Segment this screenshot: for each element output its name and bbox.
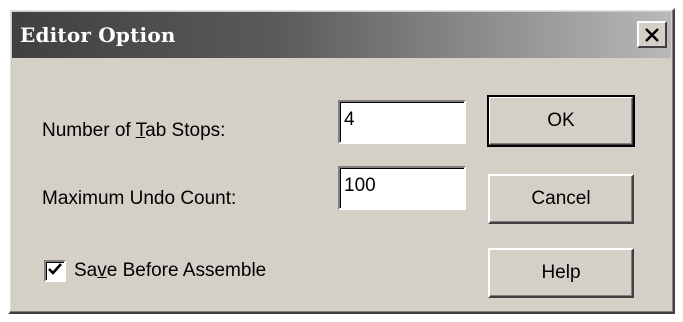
close-button[interactable] bbox=[637, 21, 667, 48]
cancel-button[interactable]: Cancel bbox=[488, 174, 634, 224]
dialog-title: Editor Option bbox=[20, 23, 176, 47]
tab-stops-label: Number of Tab Stops: bbox=[42, 120, 225, 142]
help-button[interactable]: Help bbox=[488, 248, 634, 298]
tab-stops-label-part: Number of bbox=[42, 120, 136, 141]
editor-option-dialog: Editor Option Number of Tab Stops: 4 Max… bbox=[8, 8, 675, 314]
save-before-assemble-checkbox[interactable] bbox=[44, 260, 66, 282]
tab-stops-label-rest: ab Stops: bbox=[145, 120, 226, 141]
undo-count-label: Maximum Undo Count: bbox=[42, 188, 237, 209]
check-icon bbox=[48, 262, 62, 280]
undo-count-input[interactable]: 100 bbox=[338, 166, 466, 210]
tab-stops-input[interactable]: 4 bbox=[338, 100, 466, 144]
ok-button[interactable]: OK bbox=[487, 95, 635, 147]
tab-stops-mnemonic: T bbox=[135, 120, 146, 141]
checkbox-mnemonic: v bbox=[97, 260, 107, 281]
save-before-assemble-label[interactable]: Save Before Assemble bbox=[74, 260, 266, 282]
checkbox-label-rest: e Before Assemble bbox=[106, 260, 267, 281]
checkbox-label-part: Sa bbox=[74, 260, 98, 281]
title-bar[interactable]: Editor Option bbox=[12, 12, 671, 58]
close-icon bbox=[644, 27, 660, 42]
